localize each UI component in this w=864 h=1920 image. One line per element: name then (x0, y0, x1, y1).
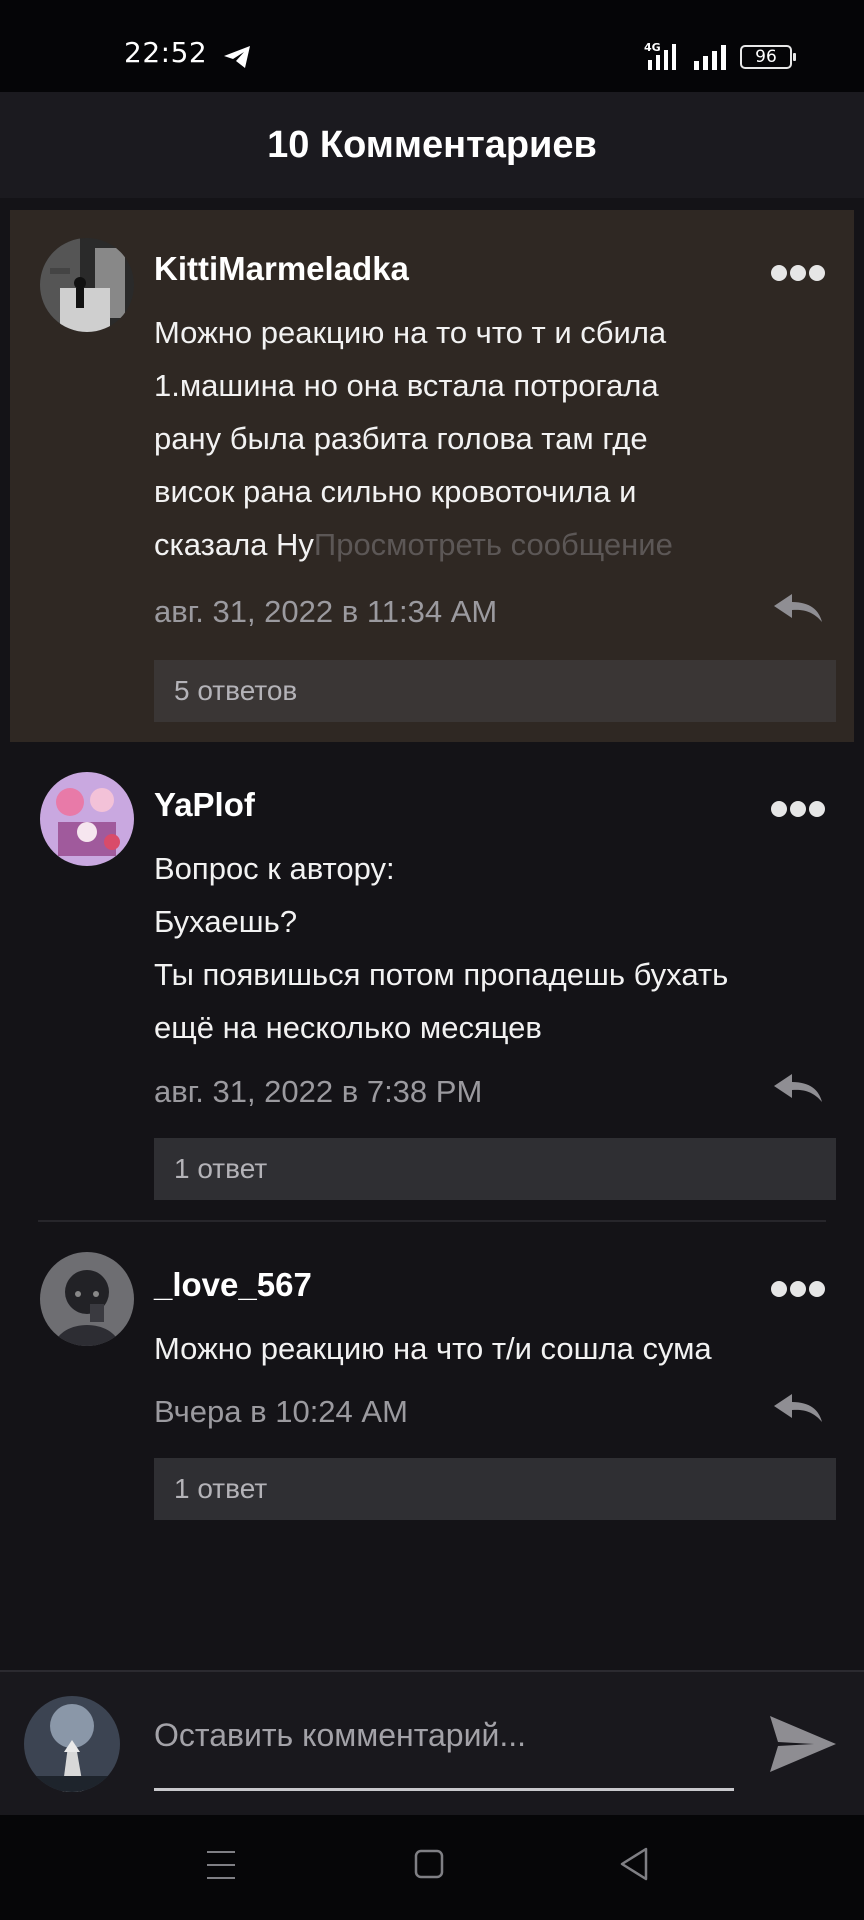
comment-item[interactable]: _love_567 Можно реакцию на что т/и сошла… (0, 1240, 864, 1540)
signal-4g-icon: 4G (644, 41, 676, 70)
comment-item[interactable]: YaPlof Вопрос к автору: Бухаешь? Ты появ… (0, 760, 864, 1220)
back-icon[interactable] (618, 1845, 650, 1883)
send-icon[interactable] (768, 1712, 838, 1776)
comment-line: Бухаешь? (154, 904, 298, 939)
battery-icon: 96 (740, 45, 796, 69)
comment-text: Можно реакцию на что т/и сошла сума (154, 1322, 834, 1375)
comment-line: рану была разбита голова там где (154, 421, 648, 456)
more-icon[interactable] (770, 264, 826, 282)
comment-input[interactable] (154, 1710, 734, 1760)
replies-label: 1 ответ (174, 1153, 268, 1184)
comment-timestamp: авг. 31, 2022 в 11:34 AM (154, 594, 498, 629)
more-icon[interactable] (770, 1280, 826, 1298)
comment-username[interactable]: KittiMarmeladka (154, 250, 409, 288)
reply-icon[interactable] (772, 1392, 824, 1424)
menu-icon[interactable] (206, 1847, 236, 1883)
network-type-text: 4G (644, 41, 661, 54)
comment-line: Ты появишься потом пропадешь бухать (154, 957, 729, 992)
comment-item[interactable]: KittiMarmeladka Можно реакцию на то что … (10, 210, 854, 742)
status-time: 22:52 (124, 36, 208, 69)
my-avatar[interactable] (24, 1696, 120, 1792)
comment-line-last: сказала НуПросмотреть сообщение (154, 518, 834, 571)
home-icon[interactable] (414, 1847, 444, 1881)
avatar[interactable] (40, 238, 134, 332)
replies-label: 1 ответ (174, 1473, 268, 1504)
comment-line: Можно реакцию на что т/и сошла сума (154, 1331, 712, 1366)
system-nav-bar (0, 1815, 864, 1920)
comment-timestamp: авг. 31, 2022 в 7:38 PM (154, 1074, 483, 1109)
comment-line: Вопрос к автору: (154, 851, 395, 886)
reply-icon[interactable] (772, 592, 824, 624)
comment-text: Можно реакцию на то что т и сбила 1.маши… (154, 306, 834, 571)
comment-line: 1.машина но она встала потрогала (154, 368, 659, 403)
telegram-icon (224, 46, 250, 68)
signal-icon (694, 45, 726, 70)
avatar[interactable] (40, 772, 134, 866)
comments-header: 10 Комментариев (0, 92, 864, 198)
replies-button[interactable]: 1 ответ (154, 1458, 836, 1520)
view-message-link[interactable]: Просмотреть сообщение (314, 527, 673, 562)
comment-timestamp: Вчера в 10:24 AM (154, 1394, 408, 1429)
comment-text: Вопрос к автору: Бухаешь? Ты появишься п… (154, 842, 834, 1054)
replies-button[interactable]: 1 ответ (154, 1138, 836, 1200)
comment-line: Можно реакцию на то что т и сбила (154, 315, 667, 350)
reply-icon[interactable] (772, 1072, 824, 1104)
input-underline (154, 1788, 734, 1791)
comment-username[interactable]: _love_567 (154, 1266, 312, 1304)
replies-button[interactable]: 5 ответов (154, 660, 836, 722)
page-title: 10 Комментариев (267, 123, 597, 166)
comment-line-text: сказала Ну (154, 527, 314, 562)
comment-line: висок рана сильно кровоточила и (154, 474, 637, 509)
comment-line: ещё на несколько месяцев (154, 1010, 542, 1045)
avatar[interactable] (40, 1252, 134, 1346)
comment-username[interactable]: YaPlof (154, 786, 255, 824)
more-icon[interactable] (770, 800, 826, 818)
replies-label: 5 ответов (174, 675, 298, 706)
comment-input-bar (0, 1670, 864, 1815)
divider (38, 1220, 826, 1222)
battery-level: 96 (755, 47, 777, 67)
status-bar: 22:52 4G 96 (0, 0, 864, 92)
